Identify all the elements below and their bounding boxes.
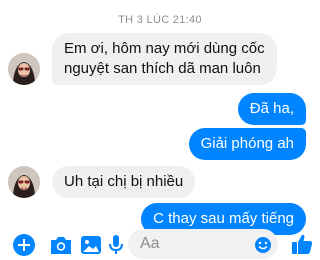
- message-text-line: nguyệt san thích dã man luôn: [64, 60, 261, 77]
- message-text: Giải phóng ah: [200, 135, 294, 152]
- outgoing-message-bubble[interactable]: Giải phóng ah: [188, 128, 306, 160]
- plus-icon[interactable]: [12, 233, 36, 257]
- incoming-message-bubble[interactable]: Em ơi, hôm nay mới dùng cốc nguyệt san t…: [52, 33, 277, 85]
- incoming-message-bubble[interactable]: Uh tại chị bị nhiều: [52, 166, 196, 198]
- message-text: C thay sau mấy tiếng: [153, 210, 294, 227]
- camera-icon[interactable]: [49, 234, 73, 256]
- message-text: Đã ha,: [249, 100, 294, 117]
- message-text-line: Em ơi, hôm nay mới dùng cốc: [64, 40, 265, 57]
- message-text: Uh tại chị bị nhiều: [64, 173, 184, 190]
- outgoing-message-bubble[interactable]: Đã ha,: [237, 93, 306, 125]
- contact-avatar[interactable]: [8, 166, 40, 198]
- contact-avatar[interactable]: [8, 53, 40, 85]
- avatar-photo: [8, 166, 40, 198]
- message-timestamp: TH 3 LÚC 21:40: [118, 14, 202, 26]
- image-icon[interactable]: [80, 234, 102, 256]
- emoji-icon[interactable]: [254, 236, 272, 254]
- thumbs-up-icon[interactable]: [290, 232, 314, 256]
- microphone-icon[interactable]: [108, 234, 124, 256]
- message-composer: Aa: [0, 226, 320, 260]
- avatar-photo: [8, 53, 40, 85]
